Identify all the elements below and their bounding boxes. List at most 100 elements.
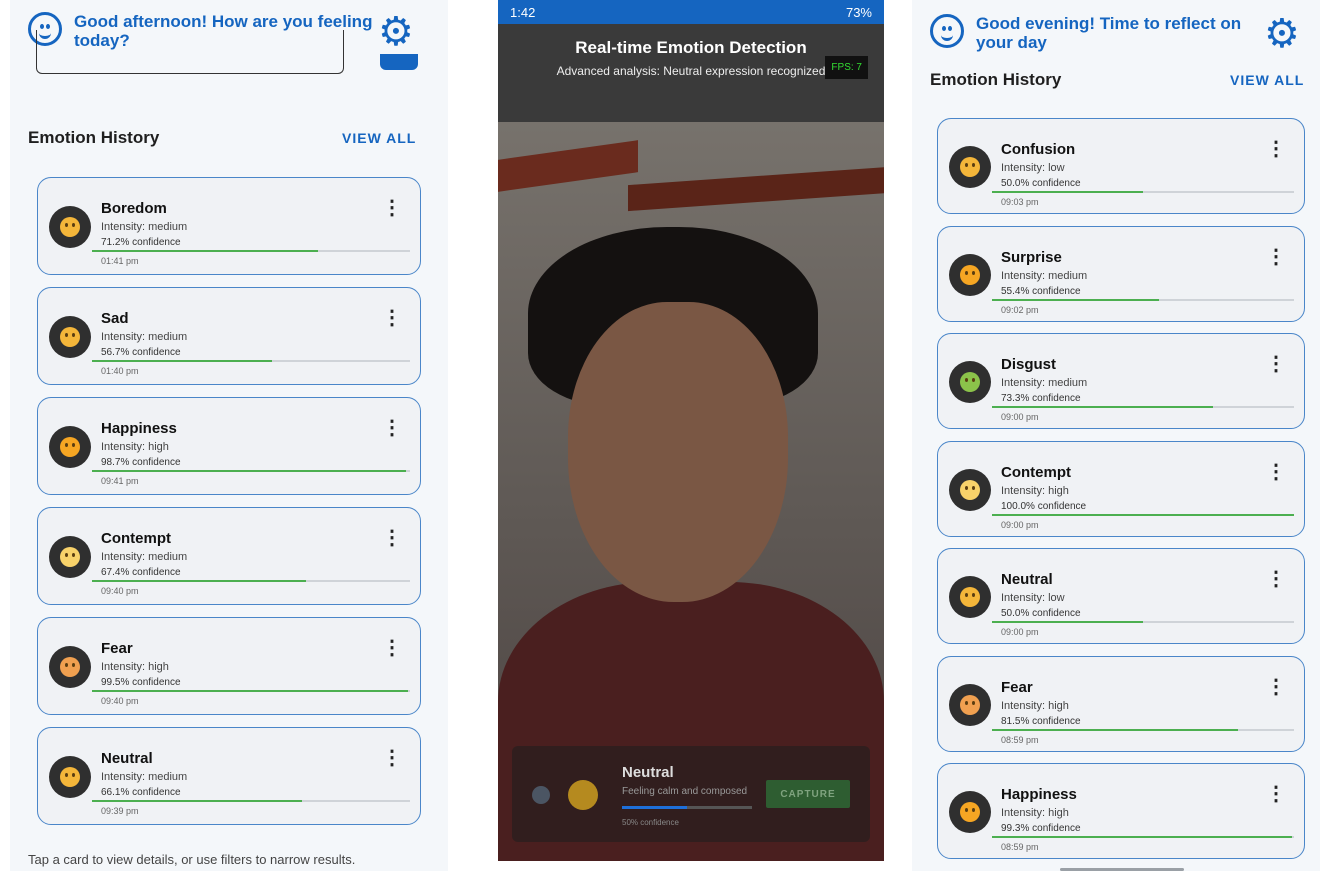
emoji-icon: [60, 547, 80, 567]
emotion-name: Surprise: [1001, 248, 1062, 266]
confidence-bar: [92, 690, 410, 692]
timestamp: 01:40 pm: [101, 366, 139, 376]
greeting-header: Good evening! Time to reflect on your da…: [930, 14, 1246, 52]
more-options-icon[interactable]: ⋮: [1266, 569, 1286, 589]
emotion-avatar: [949, 146, 991, 188]
confidence-bar: [92, 470, 410, 472]
emoji-icon: [960, 587, 980, 607]
neutral-emoji-icon: [568, 780, 598, 810]
confidence-text: 81.5% confidence: [1001, 715, 1081, 727]
detected-emotion: Neutral: [622, 764, 674, 781]
confidence-text: 100.0% confidence: [1001, 500, 1087, 512]
emotion-avatar: [49, 316, 91, 358]
timestamp: 09:41 pm: [101, 476, 139, 486]
emotion-avatar: [949, 791, 991, 833]
emotion-card[interactable]: Happiness Intensity: high 99.3% confidence…: [937, 763, 1305, 859]
intensity-text: Intensity: high: [1001, 484, 1069, 497]
emotion-card[interactable]: Neutral Intensity: medium 66.1% confidence…: [37, 727, 421, 825]
more-options-icon[interactable]: ⋮: [1266, 677, 1286, 697]
emotion-card[interactable]: Contempt Intensity: high 100.0% confidence…: [937, 440, 1305, 537]
emotion-avatar: [949, 253, 991, 296]
emotion-avatar: [949, 576, 991, 618]
view-all-button[interactable]: VIEW ALL: [1230, 72, 1304, 88]
emotion-name: Fear: [1001, 678, 1033, 696]
send-button[interactable]: [380, 54, 418, 70]
emotion-card[interactable]: Surprise Intensity: medium 55.4% confidenc…: [937, 225, 1305, 322]
confidence-text: 50% confidence: [622, 818, 679, 827]
confidence-text: 99.5% confidence: [101, 677, 181, 688]
emotion-avatar: [49, 536, 91, 578]
status-dot-icon: [532, 786, 550, 804]
emotion-avatar: [949, 683, 991, 726]
timestamp: 08:59 pm: [1001, 842, 1039, 852]
mood-input[interactable]: [36, 30, 344, 74]
emotion-card[interactable]: Fear Intensity: high 81.5% confidence 08:59…: [937, 655, 1305, 752]
emotion-name: Boredom: [101, 200, 167, 217]
more-options-icon[interactable]: ⋮: [382, 308, 402, 328]
emotion-card[interactable]: Boredom Intensity: medium 71.2% confidence…: [37, 177, 421, 275]
intensity-text: Intensity: high: [1001, 699, 1069, 712]
confidence-bar: [622, 806, 752, 809]
emotion-name: Happiness: [101, 420, 177, 437]
emotion-name: Contempt: [101, 530, 171, 547]
timestamp: 01:41 pm: [101, 256, 139, 266]
intensity-text: Intensity: low: [1001, 162, 1065, 174]
emotion-card[interactable]: Confusion Intensity: low 50.0% confidence 0…: [937, 118, 1305, 214]
intensity-text: Intensity: medium: [101, 331, 188, 343]
more-options-icon[interactable]: ⋮: [382, 748, 402, 768]
confidence-bar: [992, 513, 1294, 516]
more-options-icon[interactable]: ⋮: [1266, 247, 1286, 267]
emotion-card[interactable]: Disgust Intensity: medium 73.3% confidence…: [937, 333, 1305, 429]
more-options-icon[interactable]: ⋮: [1266, 784, 1286, 804]
more-options-icon[interactable]: ⋮: [382, 528, 402, 548]
confidence-text: 71.2% confidence: [101, 237, 181, 248]
emoji-icon: [960, 694, 980, 715]
emotion-name: Disgust: [1001, 356, 1057, 373]
gear-icon[interactable]: ⚙: [378, 12, 414, 52]
section-title: Emotion History: [28, 128, 160, 147]
timestamp: 09:02 pm: [1001, 304, 1039, 315]
intensity-text: Intensity: high: [101, 661, 169, 673]
emotion-avatar: [49, 756, 91, 798]
timestamp: 09:40 pm: [101, 696, 139, 706]
timestamp: 09:00 pm: [1001, 627, 1039, 637]
detection-panel: Neutral Feeling calm and composed 50% co…: [512, 746, 870, 842]
more-options-icon[interactable]: ⋮: [382, 418, 402, 438]
confidence-bar: [992, 728, 1294, 731]
status-time: 1:42: [510, 4, 536, 20]
emoji-icon: [60, 327, 80, 347]
timestamp: 09:00 pm: [1001, 412, 1039, 422]
gear-icon[interactable]: ⚙: [1264, 14, 1300, 54]
more-options-icon[interactable]: ⋮: [1266, 354, 1286, 374]
emoji-icon: [960, 264, 980, 285]
more-options-icon[interactable]: ⋮: [1266, 462, 1286, 482]
confidence-bar: [92, 580, 410, 582]
intensity-text: Intensity: low: [1001, 592, 1065, 604]
capture-button[interactable]: CAPTURE: [766, 780, 850, 808]
intensity-text: Intensity: medium: [1001, 377, 1088, 389]
emoji-icon: [60, 767, 80, 787]
timestamp: 08:59 pm: [1001, 734, 1039, 745]
emotion-card[interactable]: Sad Intensity: medium 56.7% confidence 01:4…: [37, 287, 421, 385]
emotion-name: Neutral: [1001, 571, 1053, 588]
emotion-card[interactable]: Happiness Intensity: high 98.7% confidence…: [37, 397, 421, 495]
emotion-card[interactable]: Neutral Intensity: low 50.0% confidence 09:…: [937, 548, 1305, 644]
emotion-card[interactable]: Fear Intensity: high 99.5% confidence 09:40…: [37, 617, 421, 715]
emotion-card[interactable]: Contempt Intensity: medium 67.4% confidenc…: [37, 507, 421, 605]
view-all-button[interactable]: VIEW ALL: [342, 130, 416, 146]
emoji-icon: [960, 479, 980, 500]
timestamp: 09:03 pm: [1001, 197, 1039, 207]
intensity-text: Intensity: medium: [1001, 269, 1088, 282]
more-options-icon[interactable]: ⋮: [382, 638, 402, 658]
more-options-icon[interactable]: ⋮: [1266, 139, 1286, 159]
confidence-text: 99.3% confidence: [1001, 823, 1081, 834]
battery-level: 73%: [845, 4, 872, 20]
emotion-description: Feeling calm and composed: [622, 786, 748, 797]
confidence-text: 98.7% confidence: [101, 457, 181, 468]
more-options-icon[interactable]: ⋮: [382, 198, 402, 218]
timestamp: 09:39 pm: [101, 806, 139, 816]
emotion-name: Happiness: [1001, 786, 1077, 803]
intensity-text: Intensity: medium: [101, 771, 188, 783]
left-screen: Good afternoon! How are you feeling toda…: [10, 0, 448, 871]
emotion-avatar: [949, 468, 991, 511]
